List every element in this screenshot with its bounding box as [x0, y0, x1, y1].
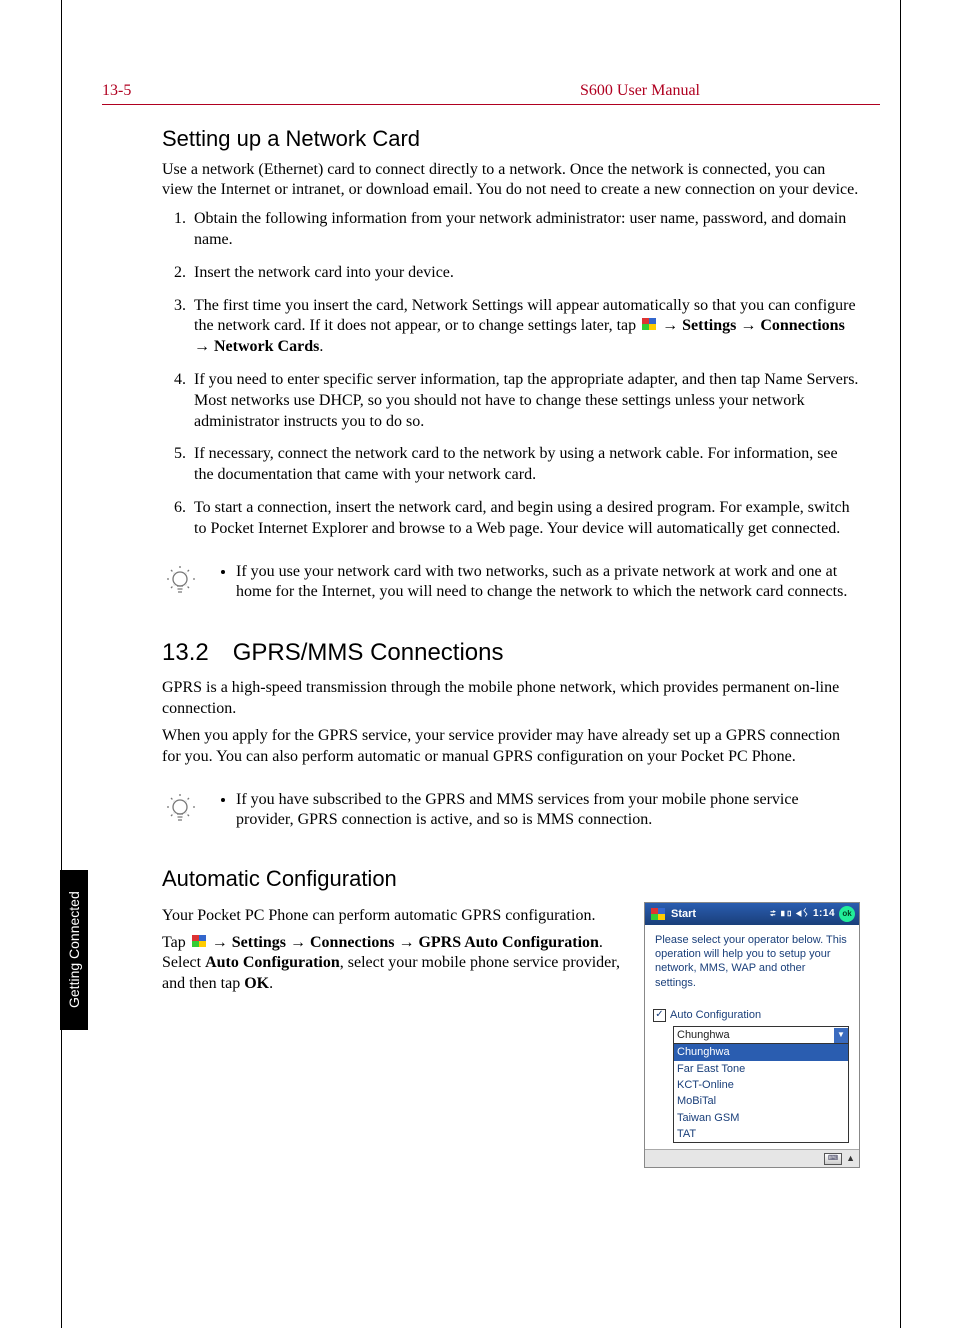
step-3: The first time you insert the card, Netw…: [190, 296, 860, 358]
dropdown-selected-value: Chunghwa: [677, 1028, 730, 1042]
status-icons: ⇄ ▮▯ ◀ᛊ: [770, 907, 809, 920]
autoconf-row: Your Pocket PC Phone can perform automat…: [162, 900, 860, 1169]
page-frame: Getting Connected 13-5 S600 User Manual …: [61, 0, 901, 1328]
autoconf-p2a: Tap: [162, 934, 190, 951]
device-body: Please select your operator below. This …: [645, 925, 859, 1150]
lightbulb-icon: [162, 790, 198, 826]
device-screenshot: Start ⇄ ▮▯ ◀ᛊ 1:14 ok Please select your…: [644, 902, 860, 1169]
clock: 1:14: [813, 907, 835, 920]
dropdown-selected[interactable]: Chunghwa ▼: [674, 1027, 848, 1044]
step-5: If necessary, connect the network card t…: [190, 444, 860, 486]
windows-flag-icon: [192, 935, 206, 947]
dropdown-option[interactable]: TAT: [674, 1126, 848, 1142]
intro-paragraph: Use a network (Ethernet) card to connect…: [162, 160, 860, 202]
autoconf-text-column: Your Pocket PC Phone can perform automat…: [162, 900, 626, 1001]
page-header: 13-5 S600 User Manual: [102, 82, 880, 105]
dropdown-option[interactable]: MoBiTal: [674, 1093, 848, 1109]
autoconf-bold2: OK: [244, 975, 269, 992]
manual-title: S600 User Manual: [580, 82, 700, 100]
device-bottom-bar: ⌨ ▲: [645, 1149, 859, 1167]
step-3-text-c: .: [319, 338, 323, 355]
autoconf-p2g: .: [269, 975, 273, 992]
dropdown-option[interactable]: KCT-Online: [674, 1077, 848, 1093]
heading-gprs: 13.2 GPRS/MMS Connections: [162, 637, 860, 668]
tip-2-text: If you have subscribed to the GPRS and M…: [236, 790, 860, 832]
checkbox-icon[interactable]: ✓: [653, 1009, 666, 1022]
autoconf-bold1: Auto Configuration: [205, 954, 340, 971]
step-6: To start a connection, insert the networ…: [190, 498, 860, 540]
step-2: Insert the network card into your device…: [190, 263, 860, 284]
heading-network-card: Setting up a Network Card: [162, 125, 860, 154]
section-title: GPRS/MMS Connections: [233, 639, 504, 666]
dropdown-option[interactable]: Chunghwa: [674, 1044, 848, 1060]
ok-button[interactable]: ok: [839, 906, 855, 922]
keyboard-icon[interactable]: ⌨: [824, 1153, 842, 1165]
page-content: Setting up a Network Card Use a network …: [62, 125, 900, 1168]
tip-list-1: If you use your network card with two ne…: [236, 562, 860, 610]
lightbulb-icon: [162, 562, 198, 598]
steps-list: Obtain the following information from yo…: [162, 209, 860, 539]
windows-flag-icon: [642, 318, 656, 330]
tip-list-2: If you have subscribed to the GPRS and M…: [236, 790, 860, 838]
autoconf-checkbox-row[interactable]: ✓ Auto Configuration: [653, 1008, 849, 1022]
start-label[interactable]: Start: [671, 907, 696, 921]
chevron-down-icon[interactable]: ▼: [834, 1028, 848, 1042]
autoconf-p2: Tap → Settings → Connections → GPRS Auto…: [162, 933, 626, 995]
autoconf-path: → Settings → Connections → GPRS Auto Con…: [208, 934, 599, 951]
tip-1-text: If you use your network card with two ne…: [236, 562, 860, 604]
up-arrow-icon[interactable]: ▲: [846, 1153, 855, 1165]
page-number: 13-5: [102, 82, 131, 100]
device-title-bar[interactable]: Start ⇄ ▮▯ ◀ᛊ 1:14 ok: [645, 903, 859, 925]
gprs-p1: GPRS is a high-speed transmission throug…: [162, 678, 860, 720]
step-4: If you need to enter specific server inf…: [190, 370, 860, 432]
operator-dropdown[interactable]: Chunghwa ▼ Chunghwa Far East Tone KCT-On…: [673, 1026, 849, 1143]
tip-block-2: If you have subscribed to the GPRS and M…: [162, 790, 860, 838]
tip-block-1: If you use your network card with two ne…: [162, 562, 860, 610]
autoconf-p1: Your Pocket PC Phone can perform automat…: [162, 906, 626, 927]
dropdown-option[interactable]: Far East Tone: [674, 1061, 848, 1077]
windows-flag-icon[interactable]: [651, 908, 665, 920]
step-1: Obtain the following information from yo…: [190, 209, 860, 251]
chapter-side-tab: Getting Connected: [60, 870, 88, 1030]
device-message: Please select your operator below. This …: [655, 933, 849, 990]
dropdown-option[interactable]: Taiwan GSM: [674, 1110, 848, 1126]
dropdown-list: Chunghwa Far East Tone KCT-Online MoBiTa…: [674, 1044, 848, 1142]
section-number: 13.2: [162, 639, 209, 666]
gprs-p2: When you apply for the GPRS service, you…: [162, 726, 860, 768]
checkbox-label: Auto Configuration: [670, 1008, 761, 1022]
heading-autoconf: Automatic Configuration: [162, 865, 860, 894]
